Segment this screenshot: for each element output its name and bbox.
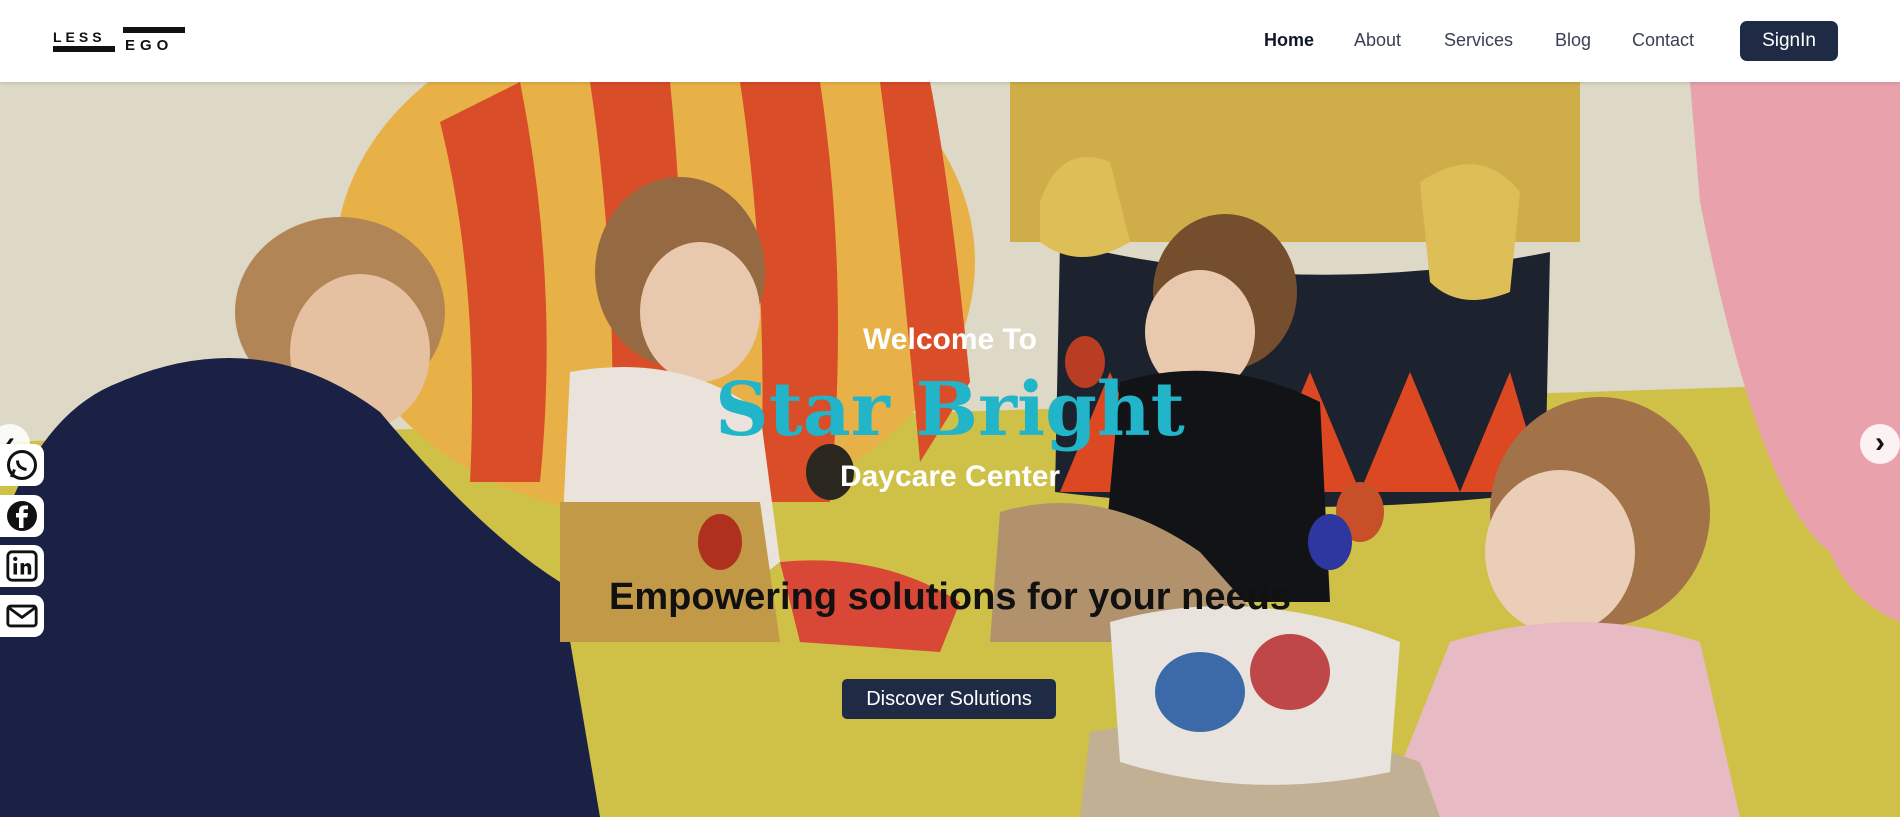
chevron-right-icon[interactable]: › — [1860, 424, 1900, 464]
mail-icon[interactable] — [0, 595, 44, 637]
logo[interactable]: LESS EGO — [53, 26, 187, 56]
hero-brand-title: Star Bright — [715, 367, 1185, 453]
whatsapp-icon[interactable] — [0, 444, 44, 486]
facebook-icon[interactable] — [0, 495, 44, 537]
linkedin-icon[interactable] — [0, 545, 44, 587]
logo-bar — [53, 46, 115, 52]
signin-button[interactable]: SignIn — [1740, 21, 1838, 61]
nav-about[interactable]: About — [1354, 30, 1401, 54]
nav-services[interactable]: Services — [1444, 30, 1513, 54]
discover-solutions-button[interactable]: Discover Solutions — [842, 679, 1056, 719]
hero-subtitle: Daycare Center — [839, 460, 1061, 493]
nav-contact[interactable]: Contact — [1632, 30, 1694, 54]
nav-blog[interactable]: Blog — [1555, 30, 1591, 54]
hero-carousel: Welcome To Star Bright Daycare Center Em… — [0, 82, 1900, 817]
logo-text-less: LESS — [53, 29, 106, 45]
hero-tagline: Empowering solutions for your needs — [609, 576, 1291, 618]
site-header: LESS EGO Home About Services Blog Contac… — [0, 0, 1900, 82]
hero-welcome-text: Welcome To — [863, 323, 1037, 356]
nav-home[interactable]: Home — [1264, 30, 1314, 54]
logo-text-ego: EGO — [125, 37, 174, 54]
logo-bar — [123, 27, 185, 33]
